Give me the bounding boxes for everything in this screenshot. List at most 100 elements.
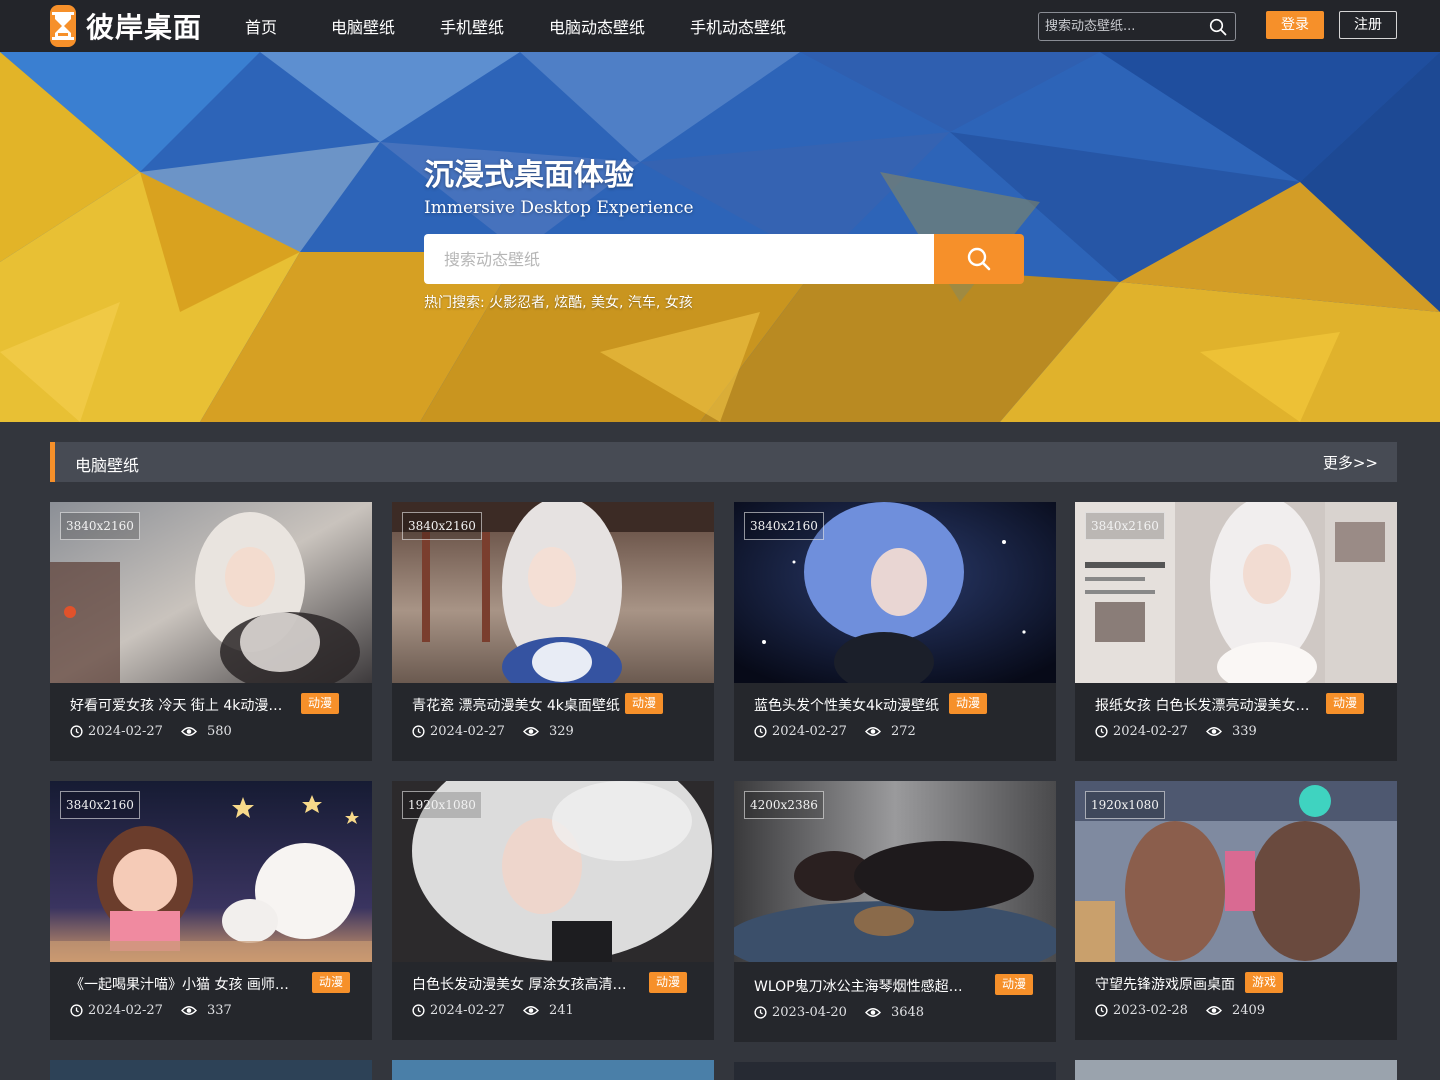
card-title[interactable]: WLOP鬼刀冰公主海琴烟性感超清壁纸 [754,976,976,996]
eye-icon [864,727,881,736]
card-title[interactable]: 《一起喝果汁喵》小猫 女孩 画师插画壁纸 [70,974,292,994]
card-views: 2409 [1231,1003,1266,1018]
card-views: 241 [548,1003,574,1018]
clock-icon [1095,1004,1108,1017]
card-title[interactable]: 青花瓷 漂亮动漫美女 4k桌面壁纸 [412,695,634,715]
card-date: 2023-02-28 [1113,1003,1188,1018]
eye-icon [522,1006,539,1015]
top-navbar: 彼岸桌面 首页 电脑壁纸 手机壁纸 电脑动态壁纸 手机动态壁纸 登录 注册 [0,0,1440,52]
clock-icon [754,725,767,738]
card-title[interactable]: 守望先锋游戏原画桌面 [1095,974,1317,994]
card-views: 580 [206,724,232,739]
wallpaper-card[interactable]: 3840x2160 蓝色头发个性美女4k动漫壁纸 动漫 2024-02-27 2… [734,502,1056,761]
hot-keyword[interactable]: 女孩 [665,295,693,311]
card-views: 339 [1231,724,1257,739]
category-tag[interactable]: 动漫 [301,693,340,714]
hero-subtitle: Immersive Desktop Experience [424,198,694,218]
card-meta: 2024-02-27 329 [412,724,574,739]
wallpaper-card[interactable]: 3840x2160 好看可爱女孩 冷天 街上 4k动漫壁纸 动漫 2024-02… [50,502,372,761]
top-search-box [1038,12,1236,41]
card-meta: 2023-02-28 2409 [1095,1003,1265,1018]
card-date: 2024-02-27 [88,724,163,739]
resolution-badge: 3840x2160 [402,512,482,540]
wallpaper-thumbnail[interactable]: 3840x2160 [1075,502,1397,683]
category-tag[interactable]: 动漫 [1326,693,1365,714]
clock-icon [70,725,83,738]
clock-icon [412,1004,425,1017]
register-button[interactable]: 注册 [1339,11,1397,39]
card-date: 2024-02-27 [430,1003,505,1018]
card-meta: 2024-02-27 580 [70,724,232,739]
more-link[interactable]: 更多>> [1323,452,1378,473]
card-title[interactable]: 蓝色头发个性美女4k动漫壁纸 [754,695,976,715]
wallpaper-thumbnail[interactable]: 1920x1080 [392,781,714,962]
card-views: 329 [548,724,574,739]
wallpaper-card[interactable]: 3840x2160 青花瓷 漂亮动漫美女 4k桌面壁纸 动漫 2024-02-2… [392,502,714,761]
eye-icon [864,1008,881,1017]
wallpaper-card-partial[interactable] [734,1062,1056,1080]
clock-icon [1095,725,1108,738]
hot-keyword[interactable]: 炫酷 [554,295,582,311]
wallpaper-card[interactable]: 1920x1080 守望先锋游戏原画桌面 游戏 2023-02-28 2409 [1075,781,1397,1040]
card-title[interactable]: 报纸女孩 白色长发漂亮动漫美女4k壁纸 [1095,695,1317,715]
wallpaper-card-partial[interactable] [392,1060,714,1080]
card-title[interactable]: 白色长发动漫美女 厚涂女孩高清壁纸 [412,974,634,994]
resolution-badge: 3840x2160 [60,512,140,540]
category-tag[interactable]: 动漫 [949,693,988,714]
hero-search-button[interactable] [934,234,1024,284]
section-title: 电脑壁纸 [75,456,140,475]
wallpaper-card[interactable]: 4200x2386 WLOP鬼刀冰公主海琴烟性感超清壁纸 动漫 2023-04-… [734,781,1056,1042]
resolution-badge: 1920x1080 [1085,791,1165,819]
login-button[interactable]: 登录 [1266,11,1324,39]
wallpaper-card-partial[interactable] [1075,1060,1397,1080]
hero-banner: 沉浸式桌面体验 Immersive Desktop Experience 热门搜… [0,52,1440,422]
resolution-badge: 4200x2386 [744,791,824,819]
nav-pc-wallpaper[interactable]: 电脑壁纸 [331,14,395,38]
wallpaper-thumbnail[interactable]: 4200x2386 [734,781,1056,962]
nav-mobile-wallpaper[interactable]: 手机壁纸 [440,14,504,38]
hourglass-logo-icon [50,5,76,47]
hot-searches: 热门搜索: 火影忍者, 炫酷, 美女, 汽车, 女孩 [424,295,693,311]
clock-icon [70,1004,83,1017]
eye-icon [180,1006,197,1015]
hot-keyword[interactable]: 美女 [591,295,619,311]
wallpaper-thumbnail[interactable]: 3840x2160 [734,502,1056,683]
card-meta: 2024-02-27 241 [412,1003,574,1018]
hero-title: 沉浸式桌面体验 [424,158,634,193]
wallpaper-thumbnail[interactable]: 3840x2160 [50,781,372,962]
eye-icon [1205,1006,1222,1015]
category-tag[interactable]: 动漫 [649,972,688,993]
nav-home[interactable]: 首页 [245,14,277,38]
category-tag[interactable]: 动漫 [625,693,664,714]
card-views: 3648 [890,1005,925,1020]
wallpaper-thumbnail[interactable]: 3840x2160 [50,502,372,683]
category-tag[interactable]: 动漫 [995,974,1034,995]
top-search-input[interactable] [1045,16,1205,37]
hot-searches-label: 热门搜索: [424,295,485,311]
category-tag[interactable]: 动漫 [312,972,351,993]
resolution-badge: 3840x2160 [744,512,824,540]
hot-keyword[interactable]: 汽车 [628,295,656,311]
wallpaper-card-partial[interactable] [50,1060,372,1080]
search-icon [967,247,991,271]
nav-mobile-live-wallpaper[interactable]: 手机动态壁纸 [690,14,786,38]
hot-keyword[interactable]: 火影忍者 [489,295,545,311]
category-tag[interactable]: 游戏 [1245,972,1284,993]
search-icon[interactable] [1209,18,1227,36]
section-header: 电脑壁纸 更多>> [50,442,1397,482]
nav-pc-live-wallpaper[interactable]: 电脑动态壁纸 [549,14,645,38]
resolution-badge: 1920x1080 [402,791,482,819]
wallpaper-thumbnail[interactable]: 3840x2160 [392,502,714,683]
wallpaper-thumbnail[interactable]: 1920x1080 [1075,781,1397,962]
wallpaper-card[interactable]: 1920x1080 白色长发动漫美女 厚涂女孩高清壁纸 动漫 2024-02-2… [392,781,714,1040]
card-title[interactable]: 好看可爱女孩 冷天 街上 4k动漫壁纸 [70,695,292,715]
hero-search-input[interactable] [424,234,934,284]
eye-icon [1205,727,1222,736]
wallpaper-card[interactable]: 3840x2160 《一起喝果汁喵》小猫 女孩 画师插画壁纸 动漫 2024-0… [50,781,372,1040]
resolution-badge: 3840x2160 [60,791,140,819]
wallpaper-card[interactable]: 3840x2160 报纸女孩 白色长发漂亮动漫美女4k壁纸 动漫 2024-02… [1075,502,1397,761]
logo-text: 彼岸桌面 [86,11,203,44]
site-logo[interactable]: 彼岸桌面 [50,4,202,48]
clock-icon [412,725,425,738]
card-meta: 2024-02-27 337 [70,1003,232,1018]
